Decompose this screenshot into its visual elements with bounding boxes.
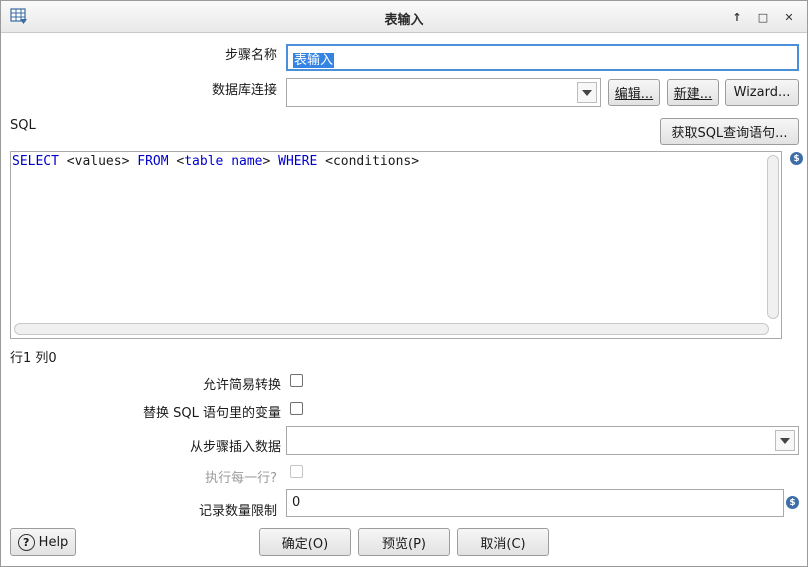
window-title: 表输入 <box>384 13 424 28</box>
step-name-value: 表输入 <box>293 53 335 68</box>
cursor-position: 行1 列0 <box>10 351 57 366</box>
allow-lazy-conversion-checkbox[interactable] <box>290 374 303 387</box>
help-button-label: Help <box>38 534 69 550</box>
sql-editor[interactable]: SELECT <values> FROM <table name> WHERE … <box>10 151 782 339</box>
new-button-label: 新建... <box>673 87 713 102</box>
step-name-label: 步骤名称 <box>224 48 277 63</box>
cancel-button[interactable]: 取消(C) <box>457 528 549 556</box>
wizard-button[interactable]: Wizard... <box>725 79 799 106</box>
vertical-scrollbar[interactable] <box>767 155 779 319</box>
help-icon: ? <box>17 533 35 551</box>
dialog-window: 表输入 ↑ □ ✕ 步骤名称 表输入 数据库连接 编辑... 新建... Wiz… <box>0 0 808 567</box>
sql-keyword: SELECT <box>12 154 59 169</box>
step-name-input[interactable]: 表输入 <box>286 44 799 71</box>
allow-lazy-conversion-label: 允许简易转换 <box>202 378 281 393</box>
sql-token: < <box>168 154 185 169</box>
replace-variables-label: 替换 SQL 语句里的变量 <box>143 406 281 421</box>
sql-keyword: FROM <box>137 154 169 169</box>
limit-size-input[interactable]: 0 <box>286 489 784 517</box>
limit-size-label: 记录数量限制 <box>198 504 277 519</box>
restore-icon[interactable]: □ <box>753 7 773 27</box>
sql-token: <conditions> <box>317 154 420 169</box>
insert-data-from-step-select[interactable] <box>286 426 799 455</box>
edit-button-label: 编辑... <box>614 87 654 102</box>
execute-each-row-checkbox[interactable] <box>290 465 303 478</box>
dollar-icon: $ <box>786 496 799 509</box>
sql-text: SELECT <values> FROM <table name> WHERE … <box>12 154 419 169</box>
maximize-up-icon[interactable]: ↑ <box>727 7 747 27</box>
new-connection-button[interactable]: 新建... <box>667 79 719 106</box>
edit-connection-button[interactable]: 编辑... <box>608 79 660 106</box>
help-button[interactable]: ? Help <box>10 528 76 556</box>
execute-each-row-label: 执行每一行? <box>205 471 277 486</box>
get-sql-button[interactable]: 获取SQL查询语句... <box>660 118 799 145</box>
title-bar: 表输入 ↑ □ ✕ <box>1 1 807 33</box>
chevron-down-icon[interactable] <box>577 82 597 103</box>
sql-keyword: WHERE <box>278 154 318 169</box>
chevron-down-icon[interactable] <box>775 430 795 451</box>
sql-token: <values> <box>58 154 138 169</box>
db-connection-label: 数据库连接 <box>211 83 277 98</box>
sql-token: > <box>262 154 279 169</box>
insert-data-from-step-label: 从步骤插入数据 <box>189 440 281 455</box>
sql-keyword: name <box>231 154 263 169</box>
dollar-icon: $ <box>790 152 803 165</box>
db-connection-select[interactable] <box>286 78 601 107</box>
sql-label: SQL <box>10 118 36 133</box>
preview-button[interactable]: 预览(P) <box>358 528 450 556</box>
replace-variables-checkbox[interactable] <box>290 402 303 415</box>
close-icon[interactable]: ✕ <box>779 7 799 27</box>
sql-keyword: table <box>184 154 224 169</box>
ok-button[interactable]: 确定(O) <box>259 528 351 556</box>
horizontal-scrollbar[interactable] <box>14 323 769 335</box>
